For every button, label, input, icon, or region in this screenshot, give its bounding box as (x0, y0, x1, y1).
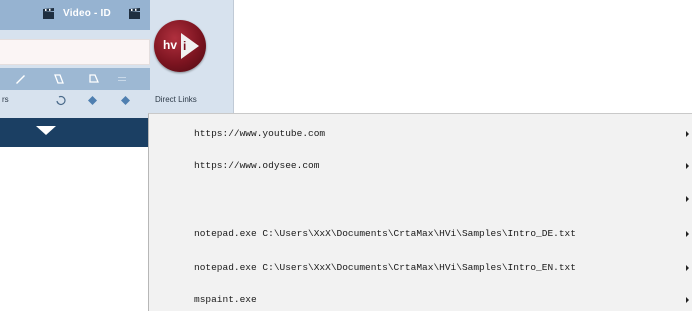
menu-item[interactable]: notepad.exe C:\Users\XxX\Documents\CrtaM… (149, 224, 692, 244)
submenu-arrow-icon (686, 231, 689, 237)
diamond-icon[interactable] (87, 95, 98, 106)
submenu-arrow-icon (686, 297, 689, 303)
logo-letter: i (183, 39, 187, 53)
app-panel: Video - ID rs Direct Links hv i (0, 0, 234, 118)
video-id-field[interactable] (0, 39, 150, 65)
diamond-icon[interactable] (120, 95, 131, 106)
direct-links-button[interactable]: Direct Links (155, 95, 197, 104)
menu-item-label: https://www.odysee.com (194, 160, 320, 171)
chevron-down-icon[interactable] (36, 126, 56, 135)
refresh-icon[interactable] (55, 95, 66, 106)
submenu-arrow-icon (686, 163, 689, 169)
menu-item[interactable]: https://www.odysee.com (149, 156, 692, 176)
clapperboard-icon[interactable] (42, 8, 55, 19)
menu-item-label: https://www.youtube.com (194, 128, 326, 139)
menu-item[interactable] (149, 189, 692, 209)
clapperboard-icon[interactable] (128, 8, 141, 19)
menu-item[interactable]: notepad.exe C:\Users\XxX\Documents\CrtaM… (149, 258, 692, 278)
direct-links-menu: https://www.youtube.com https://www.odys… (148, 113, 692, 311)
left-label: rs (2, 95, 9, 104)
submenu-arrow-icon (686, 196, 689, 202)
collapse-bar[interactable] (0, 118, 148, 147)
edit-icon[interactable] (53, 73, 65, 85)
submenu-arrow-icon (686, 131, 689, 137)
background-area (0, 147, 148, 311)
submenu-arrow-icon (686, 265, 689, 271)
menu-item-label: mspaint.exe (194, 294, 257, 305)
video-id-label: Video - ID (63, 8, 111, 19)
menu-item[interactable]: mspaint.exe (149, 290, 692, 310)
menu-item-label: notepad.exe C:\Users\XxX\Documents\CrtaM… (194, 262, 576, 273)
links-row: rs Direct Links (0, 93, 233, 109)
equals-icon[interactable] (116, 73, 128, 85)
menu-item[interactable]: https://www.youtube.com (149, 124, 692, 144)
edit-icon[interactable] (88, 73, 100, 85)
hvi-logo: hv i (154, 20, 206, 72)
video-id-header: Video - ID (0, 0, 150, 30)
icon-toolbar (0, 68, 150, 90)
pencil-icon[interactable] (14, 73, 26, 85)
menu-item-label: notepad.exe C:\Users\XxX\Documents\CrtaM… (194, 228, 576, 239)
logo-text: hv (163, 38, 178, 52)
